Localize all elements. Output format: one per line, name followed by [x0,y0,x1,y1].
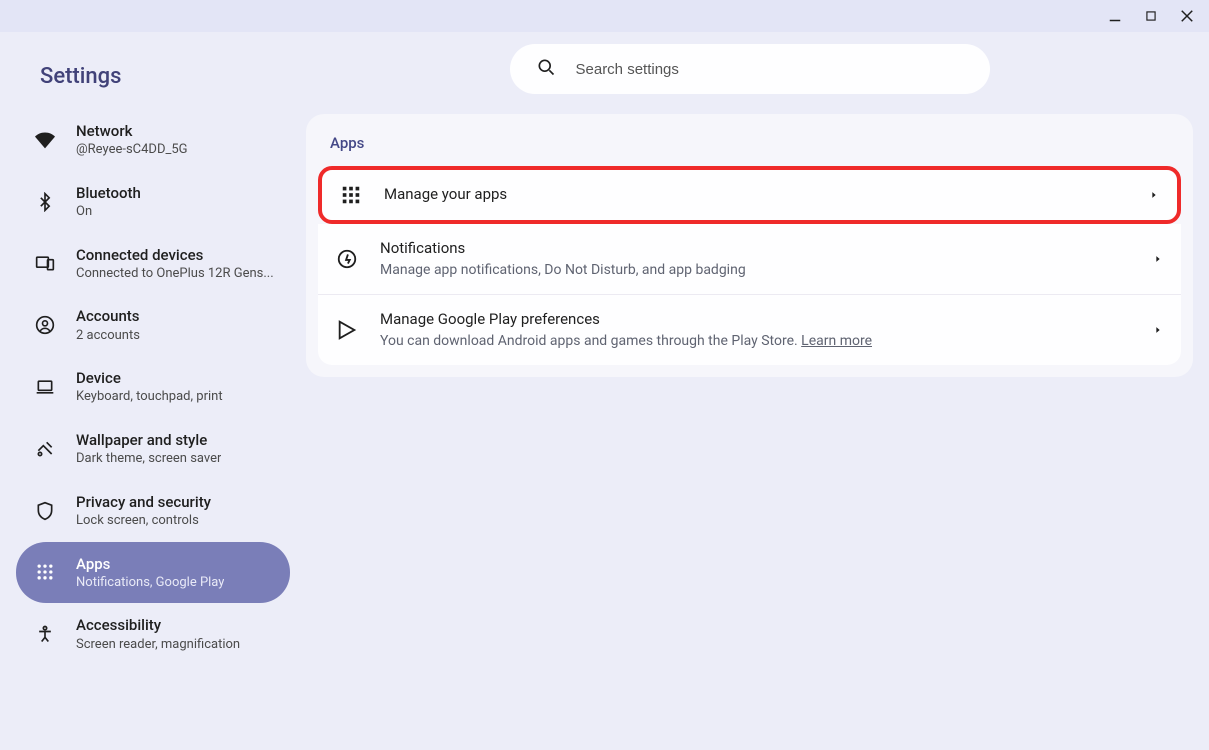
row-title: Manage your apps [384,184,1127,206]
nav-text: Bluetooth On [76,183,141,221]
app-frame: Settings Network @Reyee-sC4DD_5G Bluetoo… [0,32,1209,750]
close-button[interactable] [1175,4,1199,28]
row-notifications[interactable]: Notifications Manage app notifications, … [318,224,1181,295]
shield-icon [34,500,56,522]
nav-list: Network @Reyee-sC4DD_5G Bluetooth On [16,109,290,665]
nav-text: Connected devices Connected to OnePlus 1… [76,245,274,283]
sidebar-item-accessibility[interactable]: Accessibility Screen reader, magnificati… [16,603,290,665]
nav-text: Apps Notifications, Google Play [76,554,224,592]
row-sub: You can download Android apps and games … [380,331,1131,351]
sidebar-item-label: Accounts [76,306,140,326]
app-title: Settings [16,56,290,109]
row-body: Manage Google Play preferences You can d… [380,309,1131,351]
apps-grid-icon [34,561,56,583]
sidebar-item-sub: On [76,203,141,221]
sidebar-item-label: Connected devices [76,245,274,265]
apps-grid-icon [340,184,362,206]
chevron-right-icon [1153,325,1163,335]
sidebar-item-label: Bluetooth [76,183,141,203]
row-title: Manage Google Play preferences [380,309,1131,331]
sidebar-item-label: Device [76,368,223,388]
wifi-icon [34,129,56,151]
row-body: Notifications Manage app notifications, … [380,238,1131,280]
sidebar-item-network[interactable]: Network @Reyee-sC4DD_5G [16,109,290,171]
sidebar-item-sub: Notifications, Google Play [76,574,224,592]
row-manage-apps[interactable]: Manage your apps [318,166,1181,224]
row-google-play[interactable]: Manage Google Play preferences You can d… [318,295,1181,365]
row-sub: Manage app notifications, Do Not Disturb… [380,260,1131,280]
main-content: Apps Manage your apps Notifications [306,32,1209,750]
search-wrap [306,44,1193,114]
nav-text: Network @Reyee-sC4DD_5G [76,121,188,159]
chevron-right-icon [1149,190,1159,200]
section-title: Apps [318,130,1181,166]
sidebar-item-sub: Keyboard, touchpad, print [76,388,223,406]
sidebar-item-sub: @Reyee-sC4DD_5G [76,141,188,159]
nav-text: Accounts 2 accounts [76,306,140,344]
sidebar-item-accounts[interactable]: Accounts 2 accounts [16,294,290,356]
nav-text: Device Keyboard, touchpad, print [76,368,223,406]
chevron-right-icon [1153,254,1163,264]
devices-icon [34,252,56,274]
sidebar-item-label: Accessibility [76,615,240,635]
play-store-icon [336,319,358,341]
nav-text: Wallpaper and style Dark theme, screen s… [76,430,221,468]
sidebar-item-sub: Lock screen, controls [76,512,211,530]
sidebar-item-label: Wallpaper and style [76,430,221,450]
search-box[interactable] [510,44,990,94]
learn-more-link[interactable]: Learn more [801,333,872,349]
dnd-icon [336,248,358,270]
sidebar-item-label: Privacy and security [76,492,211,512]
window-titlebar [0,0,1209,32]
bluetooth-icon [34,191,56,213]
maximize-button[interactable] [1139,4,1163,28]
sidebar-item-wallpaper[interactable]: Wallpaper and style Dark theme, screen s… [16,418,290,480]
nav-text: Accessibility Screen reader, magnificati… [76,615,240,653]
sidebar-item-label: Apps [76,554,224,574]
sidebar: Settings Network @Reyee-sC4DD_5G Bluetoo… [0,32,306,750]
sidebar-item-privacy[interactable]: Privacy and security Lock screen, contro… [16,480,290,542]
sidebar-item-sub: Dark theme, screen saver [76,450,221,468]
account-icon [34,314,56,336]
sidebar-item-sub: Connected to OnePlus 12R Gens... [76,265,274,283]
sidebar-item-sub: 2 accounts [76,327,140,345]
laptop-icon [34,376,56,398]
apps-panel: Apps Manage your apps Notifications [306,114,1193,377]
search-input[interactable] [576,61,964,78]
style-icon [34,438,56,460]
row-sub-text: You can download Android apps and games … [380,333,801,349]
row-title: Notifications [380,238,1131,260]
minimize-button[interactable] [1103,4,1127,28]
nav-text: Privacy and security Lock screen, contro… [76,492,211,530]
search-icon [536,57,556,81]
accessibility-icon [34,623,56,645]
sidebar-item-connected-devices[interactable]: Connected devices Connected to OnePlus 1… [16,233,290,295]
sidebar-item-sub: Screen reader, magnification [76,636,240,654]
sidebar-item-apps[interactable]: Apps Notifications, Google Play [16,542,290,604]
sidebar-item-label: Network [76,121,188,141]
row-body: Manage your apps [384,184,1127,206]
sidebar-item-device[interactable]: Device Keyboard, touchpad, print [16,356,290,418]
sidebar-item-bluetooth[interactable]: Bluetooth On [16,171,290,233]
